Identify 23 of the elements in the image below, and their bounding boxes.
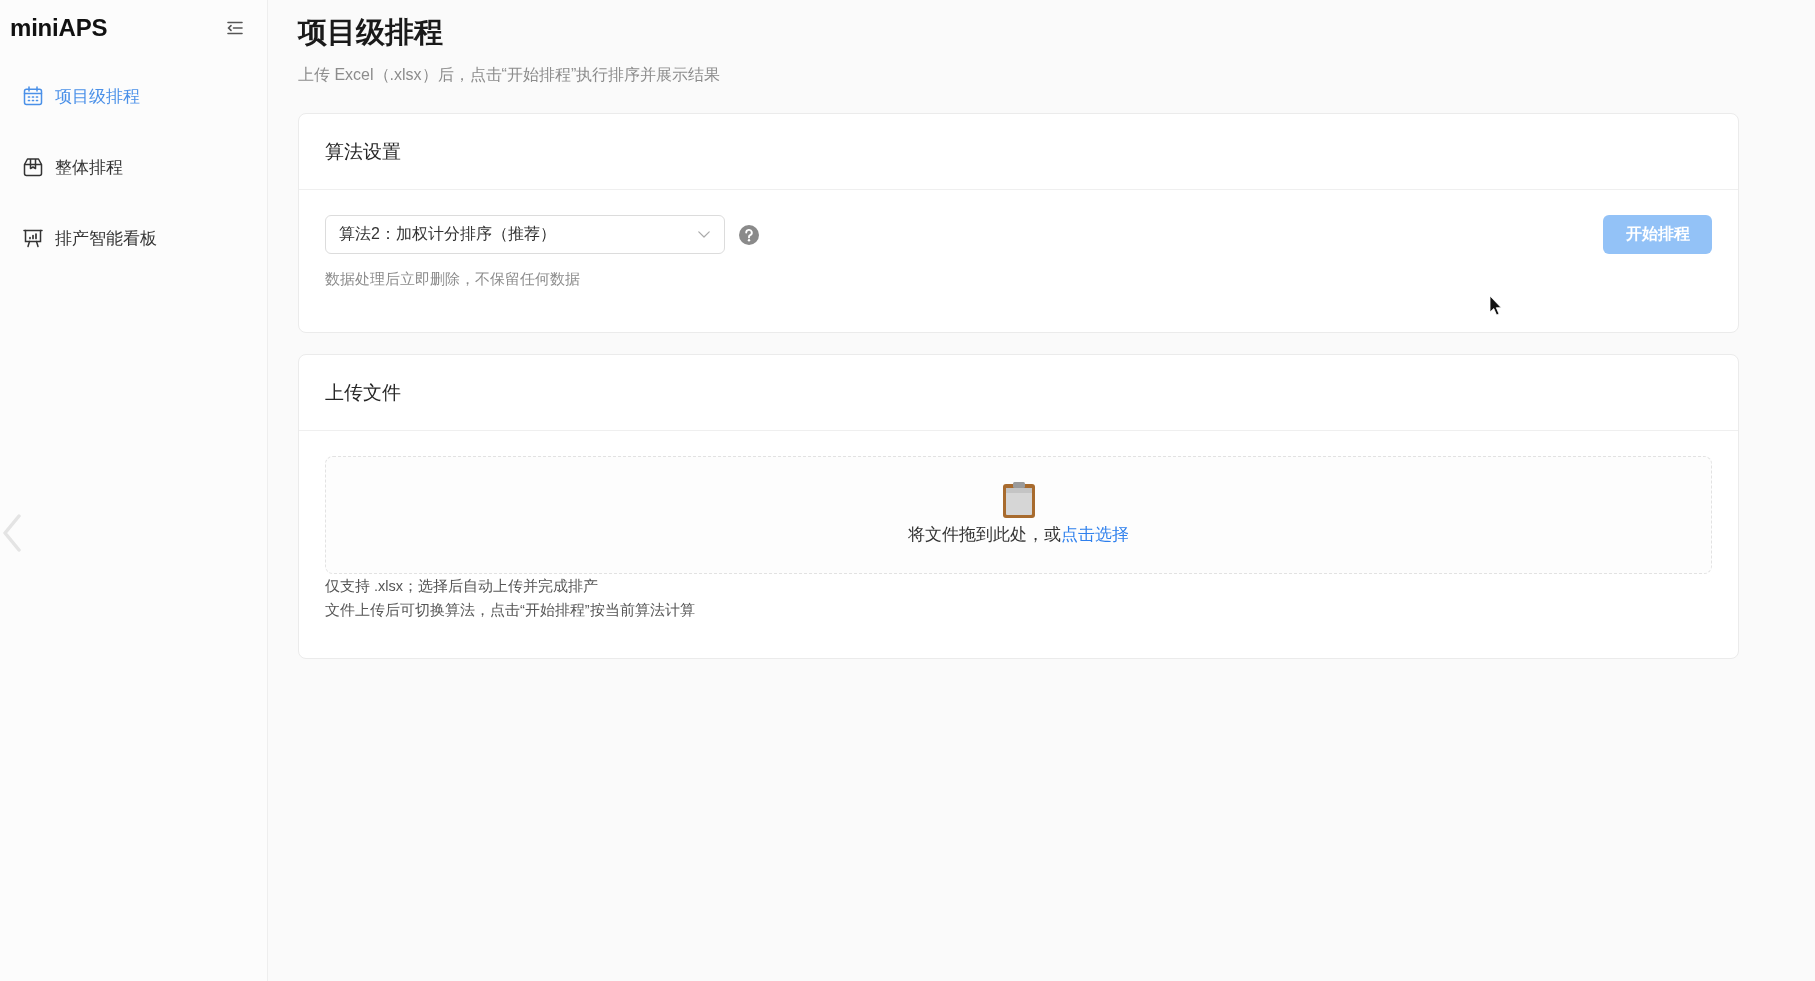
page-title: 项目级排程 xyxy=(298,15,444,50)
page-subtitle: 上传 Excel（.xlsx）后，点击“开始排程”执行排序并展示结果 xyxy=(298,65,722,85)
select-file-link[interactable]: 点击选择 xyxy=(1061,525,1129,543)
clipboard-icon xyxy=(1001,481,1036,519)
sidebar-item[interactable]: 排产智能看板 xyxy=(23,214,157,262)
algorithm-select[interactable]: 算法2：加权计分排序（推荐） xyxy=(325,215,725,254)
sidebar-item[interactable]: 整体排程 xyxy=(23,143,123,191)
upload-note: 仅支持 .xlsx；选择后自动上传并完成排产 xyxy=(325,577,600,596)
help-icon[interactable] xyxy=(739,224,759,245)
card-title: 上传文件 xyxy=(325,380,401,405)
chevron-left-icon xyxy=(3,514,21,552)
app-logo: miniAPS xyxy=(10,14,108,42)
upload-note: 文件上传后可切换算法，点击“开始排程”按当前算法计算 xyxy=(325,601,696,620)
hint-text: 数据处理后立即删除，不保留任何数据 xyxy=(325,269,581,289)
menu-icon[interactable] xyxy=(227,21,243,35)
calendar-icon xyxy=(23,86,43,106)
box-icon xyxy=(23,157,43,177)
chevron-down-icon xyxy=(698,231,710,238)
presentation-board-icon xyxy=(23,228,43,248)
file-drop-zone[interactable]: 将文件拖到此处，或点击选择 xyxy=(325,456,1712,574)
card-title: 算法设置 xyxy=(325,139,401,164)
drop-zone-text: 将文件拖到此处，或点击选择 xyxy=(908,524,1129,545)
mouse-pointer-icon xyxy=(1489,295,1502,316)
